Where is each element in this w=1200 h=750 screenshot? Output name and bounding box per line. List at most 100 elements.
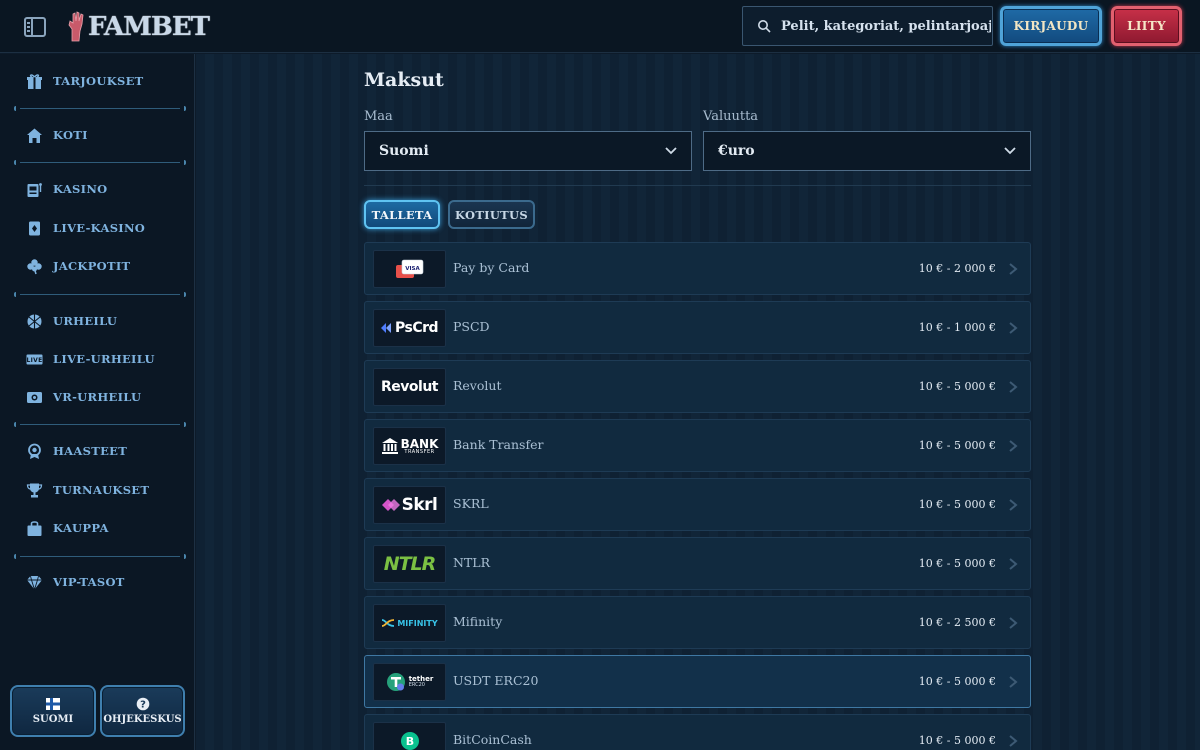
ball-icon — [27, 314, 42, 328]
sidebar-item-vip-levels[interactable]: VIP-TASOT — [26, 571, 125, 593]
tether-logo-subtext: ERC20 — [408, 682, 425, 688]
language-button[interactable]: SUOMI — [10, 685, 96, 737]
slot-machine-icon — [27, 182, 42, 197]
bank-logo-text: BANK — [400, 436, 439, 451]
payment-method-row[interactable]: PsCrd PSCD 10 € - 1 000 € — [364, 301, 1031, 354]
bank-logo-subtext: TRANSFER — [404, 448, 435, 455]
bitcoincash-coin-icon: B — [400, 732, 419, 750]
section-divider — [364, 185, 1031, 186]
payment-method-limit: 10 € - 1 000 € — [918, 321, 996, 334]
help-center-button[interactable]: ? OHJEKESKUS — [100, 685, 185, 737]
payment-method-row[interactable]: Skrl SKRL 10 € - 5 000 € — [364, 478, 1031, 531]
sidebar-item-tournaments[interactable]: TURNAUKSET — [26, 479, 149, 501]
help-label: OHJEKESKUS — [103, 714, 182, 725]
payment-method-row[interactable]: Revolut Revolut 10 € - 5 000 € — [364, 360, 1031, 413]
payment-method-limit: 10 € - 5 000 € — [918, 380, 996, 393]
revolut-logo: Revolut — [373, 368, 446, 406]
currency-select[interactable]: €uro — [703, 131, 1031, 171]
skrl-diamond-icon — [381, 499, 400, 511]
diamond-icon — [27, 575, 42, 591]
hand-logo-icon — [68, 11, 84, 42]
search-icon — [758, 20, 771, 33]
currency-value: €uro — [718, 143, 755, 159]
tab-withdraw[interactable]: KOTIUTUS — [448, 200, 535, 229]
sidebar-item-label: JACKPOTIT — [53, 259, 131, 273]
live-icon: LIVE — [26, 354, 43, 364]
page-title: Maksut — [364, 69, 444, 91]
payment-method-limit: 10 € - 5 000 € — [918, 675, 996, 688]
sidebar-item-label: KAUPPA — [53, 521, 109, 535]
payment-method-limit: 10 € - 5 000 € — [918, 498, 996, 511]
sidebar-item-sports[interactable]: URHEILU — [26, 310, 117, 332]
sidebar-item-vr-sports[interactable]: VR-URHEILU — [26, 386, 141, 408]
payment-method-row[interactable]: MIFINITY Mifinity 10 € - 2 500 € — [364, 596, 1031, 649]
finland-flag-icon — [46, 698, 60, 710]
sidebar-item-casino[interactable]: KASINO — [26, 178, 107, 200]
payment-method-row[interactable]: tether ERC20 USDT ERC20 10 € - 5 000 € — [364, 655, 1031, 708]
gift-icon — [27, 73, 42, 89]
search-input[interactable] — [781, 18, 991, 34]
ntlr-logo-text: NTLR — [383, 553, 437, 575]
country-value: Suomi — [379, 143, 429, 159]
sidebar-item-label: VR-URHEILU — [53, 390, 142, 404]
card-icon — [29, 221, 40, 235]
sidebar-divider — [14, 554, 186, 560]
main-content: Maksut Maa Suomi Valuutta €uro TALLETA K… — [196, 54, 1200, 750]
sidebar-item-offers[interactable]: TARJOUKSET — [26, 70, 144, 92]
payment-method-limit: 10 € - 2 000 € — [918, 262, 996, 275]
skrl-logo-text: Skrl — [401, 495, 438, 515]
sidebar-divider — [14, 292, 186, 298]
chevron-right-icon — [1009, 676, 1018, 688]
chevron-right-icon — [1009, 617, 1018, 629]
sidebar-divider — [14, 106, 186, 112]
brand-logo[interactable]: FAMBET — [66, 10, 210, 44]
sidebar-item-live-casino[interactable]: LIVE-KASINO — [26, 217, 145, 239]
help-icon: ? — [136, 697, 149, 711]
search-box[interactable] — [742, 6, 993, 46]
sidebar-item-label: LIVE-URHEILU — [53, 352, 155, 366]
mifinity-logo: MIFINITY — [373, 604, 446, 642]
mifinity-logo-text: MIFINITY — [397, 618, 438, 628]
chevron-down-icon — [665, 147, 677, 155]
bitcoincash-logo: B — [373, 722, 446, 750]
sidebar-divider — [14, 422, 186, 428]
payment-method-name: Pay by Card — [453, 260, 530, 275]
payment-method-name: Revolut — [453, 378, 502, 393]
sidebar-item-home[interactable]: KOTI — [26, 124, 88, 146]
chevron-right-icon — [1009, 499, 1018, 511]
payment-method-name: BitCoinCash — [453, 732, 532, 747]
login-button[interactable]: KIRJAUDU — [1000, 6, 1102, 46]
payment-method-row[interactable]: B BitCoinCash 10 € - 5 000 € — [364, 714, 1031, 750]
payment-method-limit: 10 € - 5 000 € — [918, 439, 996, 452]
svg-text:LIVE: LIVE — [27, 357, 43, 364]
payment-method-name: Bank Transfer — [453, 437, 544, 452]
sidebar-item-shop[interactable]: KAUPPA — [26, 517, 109, 539]
sidebar-item-live-sports[interactable]: LIVE LIVE-URHEILU — [26, 348, 155, 370]
chevron-right-icon — [1009, 322, 1018, 334]
payment-method-row[interactable]: VISA Pay by Card 10 € - 2 000 € — [364, 242, 1031, 295]
sidebar-item-jackpots[interactable]: JACKPOTIT — [26, 255, 130, 277]
language-label: SUOMI — [32, 714, 74, 725]
payment-method-row[interactable]: NTLR NTLR 10 € - 5 000 € — [364, 537, 1031, 590]
trophy-icon — [26, 483, 43, 497]
chevron-down-icon — [1004, 147, 1016, 155]
sidebar-item-challenges[interactable]: HAASTEET — [26, 440, 127, 462]
payment-method-row[interactable]: BANK TRANSFER Bank Transfer 10 € - 5 000… — [364, 419, 1031, 472]
tab-deposit[interactable]: TALLETA — [364, 200, 440, 229]
bank-building-icon — [381, 438, 398, 454]
mifinity-mark-icon — [382, 619, 395, 627]
payment-method-name: NTLR — [453, 555, 490, 570]
svg-text:VISA: VISA — [405, 266, 420, 272]
tether-logo: tether ERC20 — [373, 663, 446, 701]
join-button[interactable]: LIITY — [1111, 6, 1182, 46]
sidebar-toggle-icon[interactable] — [24, 17, 46, 37]
svg-text:B: B — [405, 735, 413, 748]
payment-method-limit: 10 € - 5 000 € — [918, 557, 996, 570]
shop-bag-icon — [27, 520, 42, 536]
card-icon: VISA — [395, 259, 423, 278]
country-select[interactable]: Suomi — [364, 131, 692, 171]
sidebar-item-label: VIP-TASOT — [53, 575, 125, 589]
chevron-right-icon — [1009, 440, 1018, 452]
sidebar-divider — [14, 160, 186, 166]
sidebar-item-label: LIVE-KASINO — [53, 221, 146, 235]
